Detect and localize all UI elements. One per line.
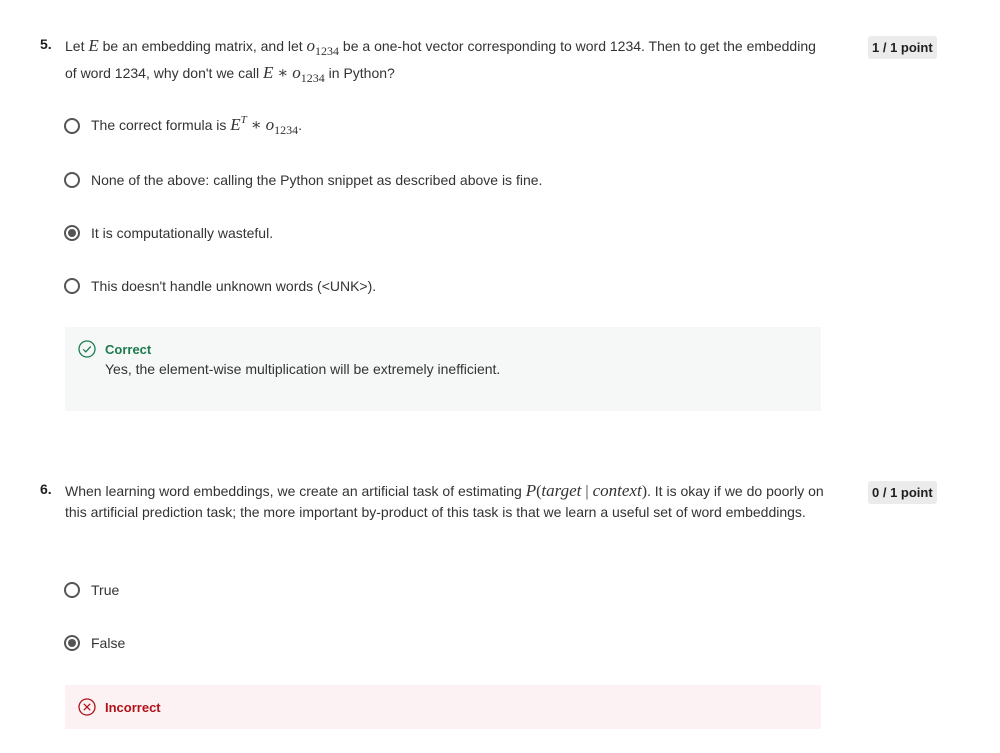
- option-correct-formula[interactable]: The correct formula is ET ∗ o1234.: [64, 114, 302, 137]
- radio-button-selected[interactable]: [64, 635, 80, 651]
- feedback-correct: Correct Yes, the element-wise multiplica…: [65, 327, 821, 411]
- radio-button-selected[interactable]: [64, 225, 80, 241]
- radio-button[interactable]: [64, 278, 80, 294]
- option-none-of-the-above[interactable]: None of the above: calling the Python sn…: [64, 169, 542, 191]
- radio-button[interactable]: [64, 582, 80, 598]
- radio-button[interactable]: [64, 172, 80, 188]
- question-text: When learning word embeddings, we create…: [65, 481, 824, 520]
- question-text: Let E be an embedding matrix, and let o1…: [65, 36, 816, 85]
- x-circle-icon: [78, 698, 96, 719]
- option-false[interactable]: False: [64, 632, 125, 654]
- check-circle-icon: [78, 340, 96, 361]
- feedback-status: Incorrect: [105, 700, 161, 715]
- points-badge: 1 / 1 point: [868, 36, 937, 59]
- question-number: 6.: [40, 481, 52, 497]
- option-true[interactable]: True: [64, 579, 119, 601]
- option-unknown-words[interactable]: This doesn't handle unknown words (<UNK>…: [64, 275, 376, 297]
- feedback-status: Correct: [105, 342, 152, 357]
- question-number: 5.: [40, 36, 52, 52]
- feedback-incorrect: Incorrect: [65, 685, 821, 729]
- radio-button[interactable]: [64, 118, 80, 134]
- points-badge: 0 / 1 point: [868, 481, 937, 504]
- feedback-message: Yes, the element-wise multiplication wil…: [105, 361, 501, 377]
- option-computationally-wasteful[interactable]: It is computationally wasteful.: [64, 222, 273, 244]
